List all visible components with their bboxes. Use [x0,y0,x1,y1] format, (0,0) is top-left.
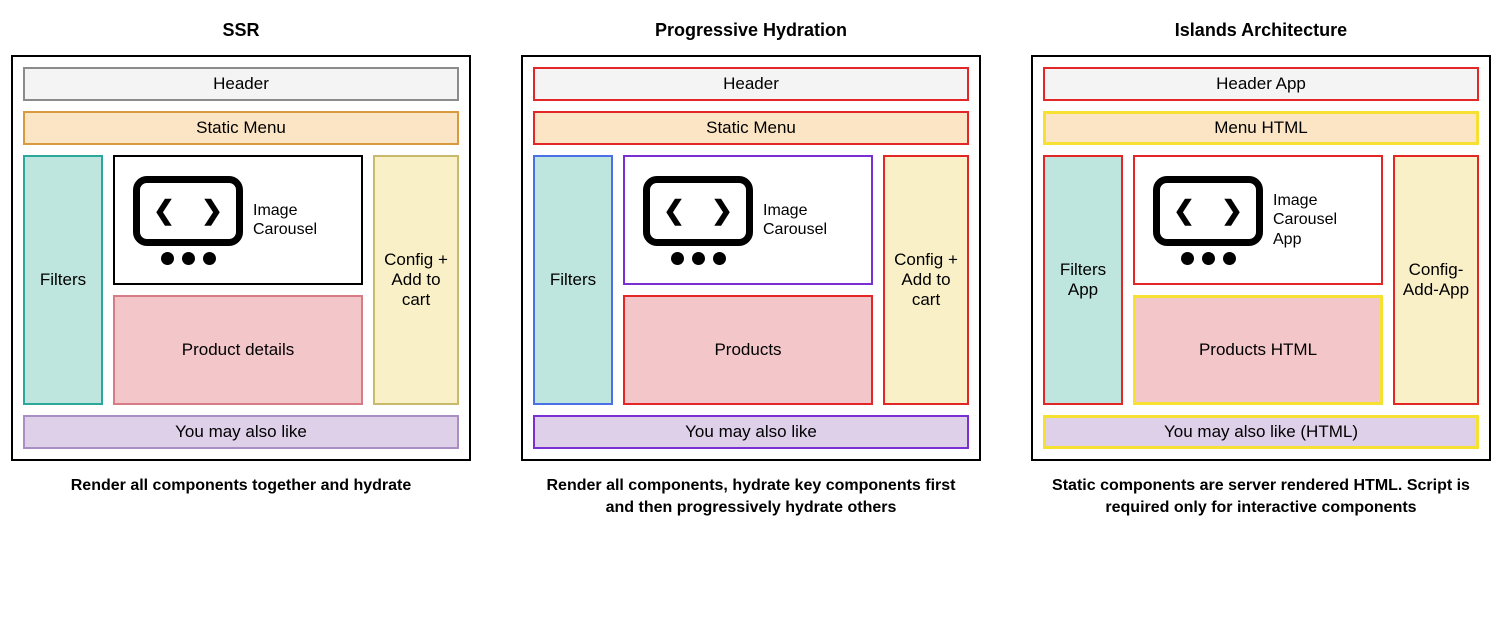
column-caption: Render all components, hydrate key compo… [531,475,971,518]
column-title: SSR [222,20,259,41]
region-footer: You may also like (HTML) [1043,415,1479,449]
region-products: Products HTML [1133,295,1383,405]
region-products: Product details [113,295,363,405]
chevron-left-icon: ❮ [1173,195,1195,226]
carousel-screen-icon: ❮ ❯ [133,176,243,246]
carousel-screen-icon: ❮ ❯ [643,176,753,246]
carousel-icon: ❮ ❯ [133,176,243,265]
panel-ssr: Header Static Menu Filters ❮ ❯ [11,55,471,461]
carousel-icon: ❮ ❯ [643,176,753,265]
carousel-label: Image Carousel App [1273,191,1363,249]
region-config: Config-Add-App [1393,155,1479,405]
dot-icon [203,252,216,265]
carousel-label: Image Carousel [253,201,343,239]
column-title: Islands Architecture [1175,20,1347,41]
column-caption: Render all components together and hydra… [71,475,412,497]
region-middle: Filters App ❮ ❯ [1043,155,1479,405]
region-menu: Menu HTML [1043,111,1479,145]
diagram-wrap: SSR Header Static Menu Filters ❮ ❯ [10,20,1492,518]
dot-icon [713,252,726,265]
carousel-icon: ❮ ❯ [1153,176,1263,265]
column-ssr: SSR Header Static Menu Filters ❮ ❯ [11,20,471,497]
region-products: Products [623,295,873,405]
region-menu: Static Menu [533,111,969,145]
region-carousel: ❮ ❯ Image Carousel [113,155,363,285]
dot-icon [671,252,684,265]
column-caption: Static components are server rendered HT… [1041,475,1481,518]
dot-icon [1181,252,1194,265]
region-center: ❮ ❯ Image Carousel Product details [113,155,363,405]
region-center: ❮ ❯ Image Carousel Products [623,155,873,405]
column-islands: Islands Architecture Header App Menu HTM… [1031,20,1491,518]
region-filters: Filters [23,155,103,405]
carousel-screen-icon: ❮ ❯ [1153,176,1263,246]
carousel-dots-icon [671,252,726,265]
region-header: Header [533,67,969,101]
region-footer: You may also like [533,415,969,449]
region-carousel: ❮ ❯ Image Carousel App [1133,155,1383,285]
chevron-right-icon: ❯ [1221,195,1243,226]
dot-icon [182,252,195,265]
dot-icon [161,252,174,265]
panel-islands: Header App Menu HTML Filters App ❮ ❯ [1031,55,1491,461]
chevron-right-icon: ❯ [711,195,733,226]
region-config: Config + Add to cart [373,155,459,405]
carousel-dots-icon [161,252,216,265]
region-header: Header [23,67,459,101]
region-filters: Filters [533,155,613,405]
carousel-label: Image Carousel [763,201,853,239]
panel-progressive: Header Static Menu Filters ❮ ❯ [521,55,981,461]
column-progressive: Progressive Hydration Header Static Menu… [521,20,981,518]
chevron-right-icon: ❯ [201,195,223,226]
region-config: Config + Add to cart [883,155,969,405]
region-center: ❮ ❯ Image Carousel App Products HTML [1133,155,1383,405]
region-middle: Filters ❮ ❯ [533,155,969,405]
chevron-left-icon: ❮ [153,195,175,226]
dot-icon [1223,252,1236,265]
carousel-dots-icon [1181,252,1236,265]
chevron-left-icon: ❮ [663,195,685,226]
region-menu: Static Menu [23,111,459,145]
region-footer: You may also like [23,415,459,449]
dot-icon [1202,252,1215,265]
region-middle: Filters ❮ ❯ [23,155,459,405]
column-title: Progressive Hydration [655,20,847,41]
region-carousel: ❮ ❯ Image Carousel [623,155,873,285]
dot-icon [692,252,705,265]
region-header: Header App [1043,67,1479,101]
region-filters: Filters App [1043,155,1123,405]
